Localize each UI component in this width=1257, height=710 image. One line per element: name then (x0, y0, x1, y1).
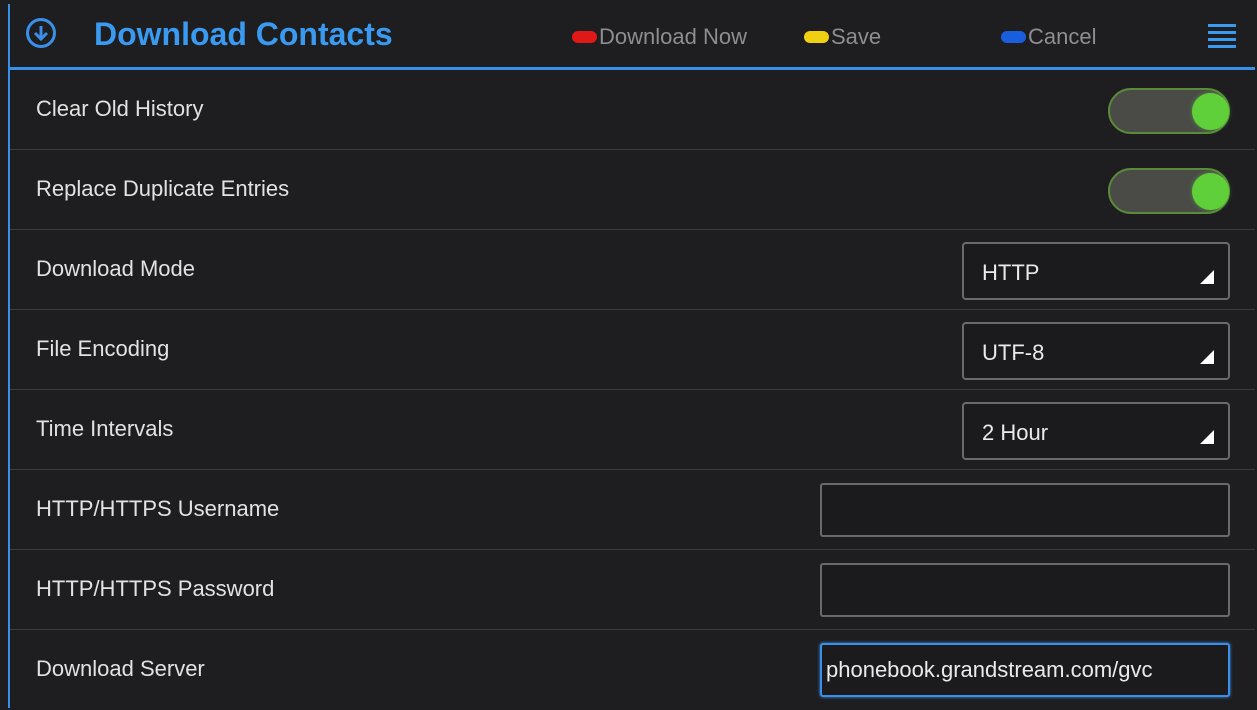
save-softkey[interactable]: Save (804, 24, 881, 50)
download-mode-value: HTTP (982, 260, 1040, 285)
setting-row-time-intervals: Time Intervals 2 Hour (10, 390, 1255, 470)
setting-row-file-encoding: File Encoding UTF-8 (10, 310, 1255, 390)
yellow-key-icon (804, 31, 829, 43)
download-mode-select[interactable]: HTTP (962, 242, 1230, 300)
setting-row-password: HTTP/HTTPS Password (10, 550, 1255, 630)
password-label: HTTP/HTTPS Password (36, 576, 275, 601)
red-key-icon (572, 31, 597, 43)
clear-old-history-toggle[interactable] (1108, 88, 1230, 134)
setting-row-download-mode: Download Mode HTTP (10, 230, 1255, 310)
username-input[interactable] (820, 483, 1230, 537)
replace-duplicate-label: Replace Duplicate Entries (36, 176, 290, 201)
password-input[interactable] (820, 563, 1230, 617)
time-intervals-label: Time Intervals (36, 416, 174, 441)
page-title: Download Contacts (94, 16, 393, 52)
save-label: Save (831, 24, 882, 49)
setting-row-username: HTTP/HTTPS Username (10, 470, 1255, 550)
download-now-label: Download Now (599, 24, 747, 49)
replace-duplicate-toggle[interactable] (1108, 168, 1230, 214)
download-contacts-screen: Download Contacts Download Now Save Canc… (8, 4, 1255, 708)
file-encoding-value: UTF-8 (982, 340, 1045, 365)
setting-row-clear-old-history: Clear Old History (10, 70, 1255, 150)
download-server-input[interactable] (820, 643, 1230, 697)
toggle-knob (1192, 93, 1229, 130)
title-bar: Download Contacts Download Now Save Canc… (10, 4, 1255, 70)
download-server-label: Download Server (36, 656, 205, 681)
setting-row-download-server: Download Server (10, 630, 1255, 710)
dropdown-arrow-icon (1200, 350, 1214, 364)
file-encoding-label: File Encoding (36, 336, 170, 361)
cancel-softkey[interactable]: Cancel (1001, 24, 1096, 50)
username-label: HTTP/HTTPS Username (36, 496, 280, 521)
toggle-knob (1192, 173, 1229, 210)
time-intervals-select[interactable]: 2 Hour (962, 402, 1230, 460)
download-now-softkey[interactable]: Download Now (572, 24, 747, 50)
blue-key-icon (1001, 31, 1026, 43)
clear-old-history-label: Clear Old History (36, 96, 204, 121)
file-encoding-select[interactable]: UTF-8 (962, 322, 1230, 380)
menu-icon[interactable] (1208, 24, 1236, 55)
time-intervals-value: 2 Hour (982, 420, 1049, 445)
dropdown-arrow-icon (1200, 430, 1214, 444)
dropdown-arrow-icon (1200, 270, 1214, 284)
download-circle-icon (26, 18, 56, 48)
setting-row-replace-duplicate: Replace Duplicate Entries (10, 150, 1255, 230)
cancel-label: Cancel (1028, 24, 1097, 49)
download-mode-label: Download Mode (36, 256, 195, 281)
